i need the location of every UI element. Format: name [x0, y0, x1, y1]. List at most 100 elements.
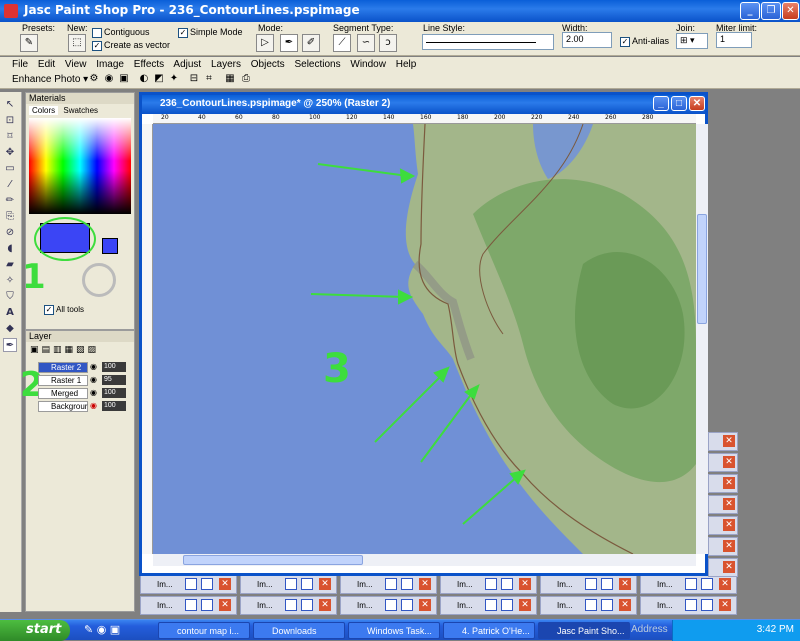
red-eye-icon[interactable]: ◐ — [138, 73, 150, 85]
tile-maximize-icon[interactable] — [301, 599, 313, 611]
minimized-window-tile[interactable]: Im... ✕ — [140, 596, 237, 615]
tile-close-icon[interactable]: ✕ — [219, 578, 231, 590]
paint-brush-tool-icon[interactable]: ✏ — [3, 194, 17, 208]
minimized-window-tile[interactable]: ✕ — [708, 432, 738, 451]
vertical-scroll-thumb[interactable] — [697, 214, 707, 324]
minimized-window-tile[interactable]: Im... ✕ — [540, 596, 637, 615]
deform-tool-icon[interactable]: ⌑ — [3, 130, 17, 144]
minimized-window-tile[interactable]: Im... ✕ — [240, 575, 337, 594]
tile-restore-icon[interactable] — [485, 578, 497, 590]
tile-close-icon[interactable]: ✕ — [319, 599, 331, 611]
tile-close-icon[interactable]: ✕ — [723, 519, 735, 531]
doc-maximize-button[interactable]: □ — [671, 96, 687, 111]
layers-toolbar[interactable]: ▣▤▥▦▧▨ — [30, 345, 99, 355]
enhance-photo-menu[interactable]: Enhance Photo ▾ — [12, 74, 88, 85]
mode-pointer-button[interactable]: ▷ — [256, 34, 274, 52]
scratch-remover-icon[interactable]: ⊘ — [3, 226, 17, 240]
tile-maximize-icon[interactable] — [301, 578, 313, 590]
minimized-window-tile[interactable]: ✕ — [708, 537, 738, 556]
width-input[interactable]: 2.00 — [562, 32, 612, 48]
layer-row-raster2[interactable]: Raster 2 ◉ 100 — [28, 362, 132, 374]
tile-close-icon[interactable]: ✕ — [619, 599, 631, 611]
resize-icon[interactable]: ⊟ — [188, 73, 200, 85]
print-icon[interactable]: ⎙ — [240, 73, 252, 85]
crop-icon[interactable]: ⌗ — [203, 73, 215, 85]
tab-swatches[interactable]: Swatches — [60, 106, 101, 115]
menu-file[interactable]: File — [12, 59, 28, 70]
address-label[interactable]: Address — [631, 624, 668, 635]
minimize-button[interactable]: _ — [740, 2, 760, 20]
one-step-fix-icon[interactable]: ⚙ — [88, 73, 100, 85]
menu-window[interactable]: Window — [350, 59, 386, 70]
menu-edit[interactable]: Edit — [38, 59, 55, 70]
layer-row-raster1[interactable]: Raster 1 ◉ 95 — [28, 375, 132, 387]
tile-close-icon[interactable]: ✕ — [419, 578, 431, 590]
image-canvas[interactable]: 3 — [153, 124, 696, 554]
tile-restore-icon[interactable] — [685, 578, 697, 590]
text-tool-icon[interactable]: A — [3, 306, 17, 320]
tile-restore-icon[interactable] — [485, 599, 497, 611]
layer-row-merged[interactable]: Merged ◉ 100 — [28, 388, 132, 400]
visibility-eye-icon[interactable]: ◉ — [90, 388, 97, 397]
miter-input[interactable]: 1 — [716, 32, 752, 48]
minimized-window-tile[interactable]: Im... ✕ — [140, 575, 237, 594]
menu-objects[interactable]: Objects — [251, 59, 285, 70]
task-patrick[interactable]: 4. Patrick O'He... — [443, 622, 535, 639]
tile-close-icon[interactable]: ✕ — [723, 435, 735, 447]
tile-restore-icon[interactable] — [185, 578, 197, 590]
tile-maximize-icon[interactable] — [601, 578, 613, 590]
doc-close-button[interactable]: ✕ — [689, 96, 705, 111]
create-vector-checkbox[interactable]: ✓ Create as vector — [92, 40, 170, 51]
line-style-select[interactable] — [422, 34, 554, 50]
segment-freehand-button[interactable]: ↄ — [379, 34, 397, 52]
task-contour-map[interactable]: contour map i... — [158, 622, 250, 639]
pan-tool-icon[interactable]: ↖ — [3, 98, 17, 112]
transparent-swatch-icon[interactable] — [82, 263, 116, 297]
minimized-window-tile[interactable]: Im... ✕ — [440, 596, 537, 615]
restore-button[interactable]: ❐ — [761, 2, 781, 20]
tile-close-icon[interactable]: ✕ — [219, 599, 231, 611]
tile-close-icon[interactable]: ✕ — [723, 540, 735, 552]
vertical-scrollbar[interactable] — [696, 124, 708, 554]
eraser-tool-icon[interactable]: ▰ — [3, 258, 17, 272]
tile-close-icon[interactable]: ✕ — [419, 599, 431, 611]
tile-restore-icon[interactable] — [385, 578, 397, 590]
tile-maximize-icon[interactable] — [501, 578, 513, 590]
tile-close-icon[interactable]: ✕ — [719, 578, 731, 590]
menu-effects[interactable]: Effects — [134, 59, 164, 70]
fill-tool-icon[interactable]: ⛉ — [3, 290, 17, 304]
tile-maximize-icon[interactable] — [401, 599, 413, 611]
segment-line-button[interactable]: ⟋ — [333, 34, 351, 52]
tile-restore-icon[interactable] — [385, 599, 397, 611]
tile-close-icon[interactable]: ✕ — [723, 477, 735, 489]
minimized-window-tile[interactable]: Im... ✕ — [240, 596, 337, 615]
simple-mode-checkbox[interactable]: ✓ Simple Mode — [178, 27, 243, 38]
visibility-eye-icon[interactable]: ◉ — [90, 401, 97, 410]
menu-layers[interactable]: Layers — [211, 59, 241, 70]
tile-close-icon[interactable]: ✕ — [519, 578, 531, 590]
tile-close-icon[interactable]: ✕ — [723, 561, 735, 573]
mode-pen-button[interactable]: ✒ — [280, 34, 298, 52]
tile-close-icon[interactable]: ✕ — [723, 456, 735, 468]
minimized-window-tile[interactable]: ✕ — [708, 516, 738, 535]
start-button[interactable]: start — [0, 620, 70, 641]
contiguous-checkbox[interactable]: Contiguous — [92, 27, 150, 38]
selection-tool-icon[interactable]: ▭ — [3, 162, 17, 176]
tile-restore-icon[interactable] — [585, 578, 597, 590]
tile-close-icon[interactable]: ✕ — [319, 578, 331, 590]
tile-close-icon[interactable]: ✕ — [519, 599, 531, 611]
minimized-window-tile[interactable]: Im... ✕ — [340, 596, 437, 615]
minimized-window-tile[interactable]: Im... ✕ — [640, 575, 737, 594]
task-paint-shop[interactable]: Jasc Paint Sho... — [538, 622, 630, 639]
minimized-window-tile[interactable]: ✕ — [708, 453, 738, 472]
minimized-window-tile[interactable]: Im... ✕ — [640, 596, 737, 615]
color-picker[interactable] — [29, 118, 131, 214]
tile-close-icon[interactable]: ✕ — [619, 578, 631, 590]
dodge-tool-icon[interactable]: ◖ — [3, 242, 17, 256]
minimized-window-tile[interactable]: Im... ✕ — [540, 575, 637, 594]
tile-restore-icon[interactable] — [285, 599, 297, 611]
tile-maximize-icon[interactable] — [501, 599, 513, 611]
horizontal-scrollbar[interactable] — [153, 554, 696, 566]
pen-tool-icon[interactable]: ✒ — [3, 338, 17, 352]
horizontal-scroll-thumb[interactable] — [183, 555, 363, 565]
